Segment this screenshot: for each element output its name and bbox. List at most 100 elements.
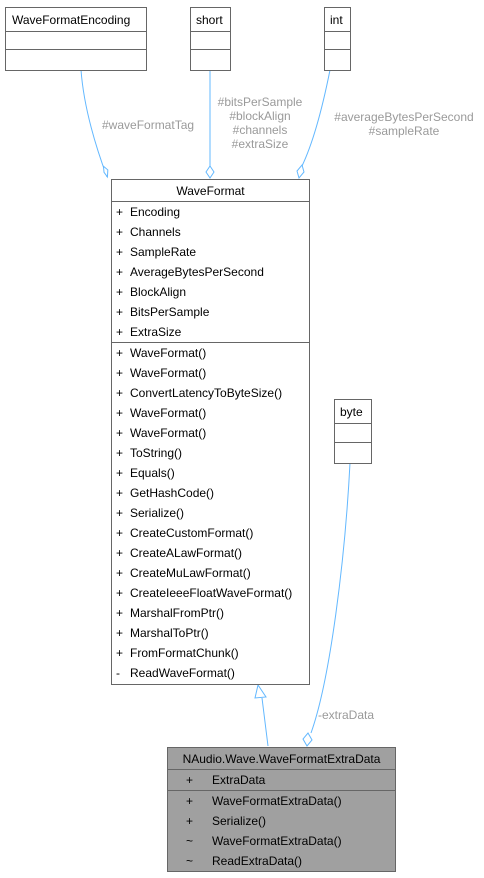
attribute-row[interactable]: + Channels: [112, 222, 309, 242]
method-row[interactable]: ~ WaveFormatExtraData(): [168, 831, 395, 851]
method-row[interactable]: + MarshalToPtr(): [112, 623, 309, 643]
edge-label-line: #sampleRate: [368, 124, 440, 138]
edge-label-wave-format-tag: #waveFormatTag: [102, 118, 195, 132]
method-row[interactable]: + CreateMuLawFormat(): [112, 563, 309, 583]
method-row[interactable]: + CreateCustomFormat(): [112, 523, 309, 543]
methods-section: + WaveFormat() + WaveFormat() + ConvertLatenc…: [112, 343, 309, 683]
attribute-name: BitsPerSample: [130, 305, 210, 319]
method-name: CreateMuLawFormat(): [130, 566, 251, 580]
class-title: byte: [335, 400, 371, 424]
methods-section: + WaveFormatExtraData() + Serialize() ~ WaveF…: [168, 791, 395, 871]
method-row[interactable]: - ReadWaveFormat(): [112, 663, 309, 683]
class-box-wave-format[interactable]: WaveFormat + Encoding + Channels + SampleRate…: [111, 179, 310, 685]
attributes-section: [191, 32, 230, 50]
method-row[interactable]: + CreateALawFormat(): [112, 543, 309, 563]
attributes-section: [335, 424, 371, 443]
method-name: Equals(): [130, 466, 175, 480]
visibility-marker: +: [116, 646, 124, 660]
visibility-marker: +: [116, 506, 124, 520]
method-row[interactable]: + WaveFormat(): [112, 343, 309, 363]
attribute-name: ExtraData: [212, 773, 266, 787]
methods-section: [325, 50, 350, 70]
edge-label-line: #bitsPerSample: [217, 95, 303, 109]
aggregation-diamond-short: [205, 165, 215, 179]
visibility-marker: +: [116, 606, 124, 620]
method-row[interactable]: + Serialize(): [112, 503, 309, 523]
visibility-marker: +: [116, 325, 124, 339]
method-name: WaveFormatExtraData(): [212, 834, 342, 848]
visibility-marker: +: [116, 486, 124, 500]
method-name: Serialize(): [212, 814, 267, 828]
class-box-byte[interactable]: byte: [334, 399, 372, 464]
class-title: NAudio.Wave.WaveFormatExtraData: [168, 748, 395, 770]
visibility-marker: +: [116, 546, 124, 560]
method-row[interactable]: + ToString(): [112, 443, 309, 463]
method-name: MarshalFromPtr(): [130, 606, 225, 620]
methods-section: [191, 50, 230, 70]
method-name: WaveFormat(): [130, 346, 207, 360]
attribute-name: Encoding: [130, 205, 181, 219]
visibility-marker: ~: [186, 854, 194, 868]
method-row[interactable]: ~ ReadExtraData(): [168, 851, 395, 871]
attribute-row[interactable]: + BlockAlign: [112, 282, 309, 302]
method-row[interactable]: + WaveFormat(): [112, 423, 309, 443]
class-title: short: [191, 8, 230, 32]
attributes-section: [6, 32, 146, 50]
edge-label-short-members: #bitsPerSample #blockAlign #channels #extra…: [210, 95, 310, 151]
attribute-row[interactable]: + SampleRate: [112, 242, 309, 262]
visibility-marker: +: [116, 426, 124, 440]
method-row[interactable]: + WaveFormat(): [112, 363, 309, 383]
method-name: ToString(): [130, 446, 183, 460]
method-name: WaveFormat(): [130, 426, 207, 440]
method-row[interactable]: + CreateIeeeFloatWaveFormat(): [112, 583, 309, 603]
method-name: WaveFormat(): [130, 366, 207, 380]
method-row[interactable]: + WaveFormat(): [112, 403, 309, 423]
visibility-marker: +: [116, 265, 124, 279]
visibility-marker: +: [116, 446, 124, 460]
visibility-marker: +: [116, 245, 124, 259]
method-name: Serialize(): [130, 506, 185, 520]
class-box-wave-format-extra-data[interactable]: NAudio.Wave.WaveFormatExtraData + ExtraDa…: [167, 747, 396, 872]
class-title: WaveFormatEncoding: [6, 8, 146, 32]
visibility-marker: +: [186, 773, 194, 787]
attribute-row[interactable]: + ExtraSize: [112, 322, 309, 342]
visibility-marker: +: [116, 225, 124, 239]
class-box-wave-format-encoding[interactable]: WaveFormatEncoding: [5, 7, 147, 71]
edge-byte-to-extradata: [310, 462, 351, 734]
class-box-short[interactable]: short: [190, 7, 231, 71]
visibility-marker: +: [116, 586, 124, 600]
method-name: WaveFormatExtraData(): [212, 794, 342, 808]
method-name: ReadWaveFormat(): [130, 666, 235, 680]
visibility-marker: +: [116, 285, 124, 299]
method-row[interactable]: + WaveFormatExtraData(): [168, 791, 395, 811]
visibility-marker: -: [116, 666, 120, 680]
attribute-row[interactable]: + BitsPerSample: [112, 302, 309, 322]
method-name: CreateIeeeFloatWaveFormat(): [130, 586, 293, 600]
edge-label-int-members: #averageBytesPerSecond #sampleRate: [326, 110, 482, 138]
visibility-marker: +: [186, 794, 194, 808]
attribute-name: Channels: [130, 225, 181, 239]
visibility-marker: +: [116, 466, 124, 480]
attributes-section: + ExtraData: [168, 770, 395, 791]
class-box-int[interactable]: int: [324, 7, 351, 71]
visibility-marker: +: [116, 406, 124, 420]
method-row[interactable]: + ConvertLatencyToByteSize(): [112, 383, 309, 403]
method-row[interactable]: + Equals(): [112, 463, 309, 483]
method-row[interactable]: + GetHashCode(): [112, 483, 309, 503]
visibility-marker: +: [116, 386, 124, 400]
method-row[interactable]: + MarshalFromPtr(): [112, 603, 309, 623]
visibility-marker: ~: [186, 834, 194, 848]
method-row[interactable]: + Serialize(): [168, 811, 395, 831]
attribute-name: AverageBytesPerSecond: [130, 265, 264, 279]
attribute-row[interactable]: + AverageBytesPerSecond: [112, 262, 309, 282]
visibility-marker: +: [116, 526, 124, 540]
aggregation-diamond-encoding: [102, 165, 109, 179]
attribute-row[interactable]: + ExtraData: [168, 770, 395, 790]
edge-label-line: #averageBytesPerSecond: [334, 110, 474, 124]
attribute-name: BlockAlign: [130, 285, 187, 299]
method-name: WaveFormat(): [130, 406, 207, 420]
edge-label-line: #extraSize: [231, 137, 289, 151]
visibility-marker: +: [116, 305, 124, 319]
method-row[interactable]: + FromFormatChunk(): [112, 643, 309, 663]
attribute-row[interactable]: + Encoding: [112, 202, 309, 222]
